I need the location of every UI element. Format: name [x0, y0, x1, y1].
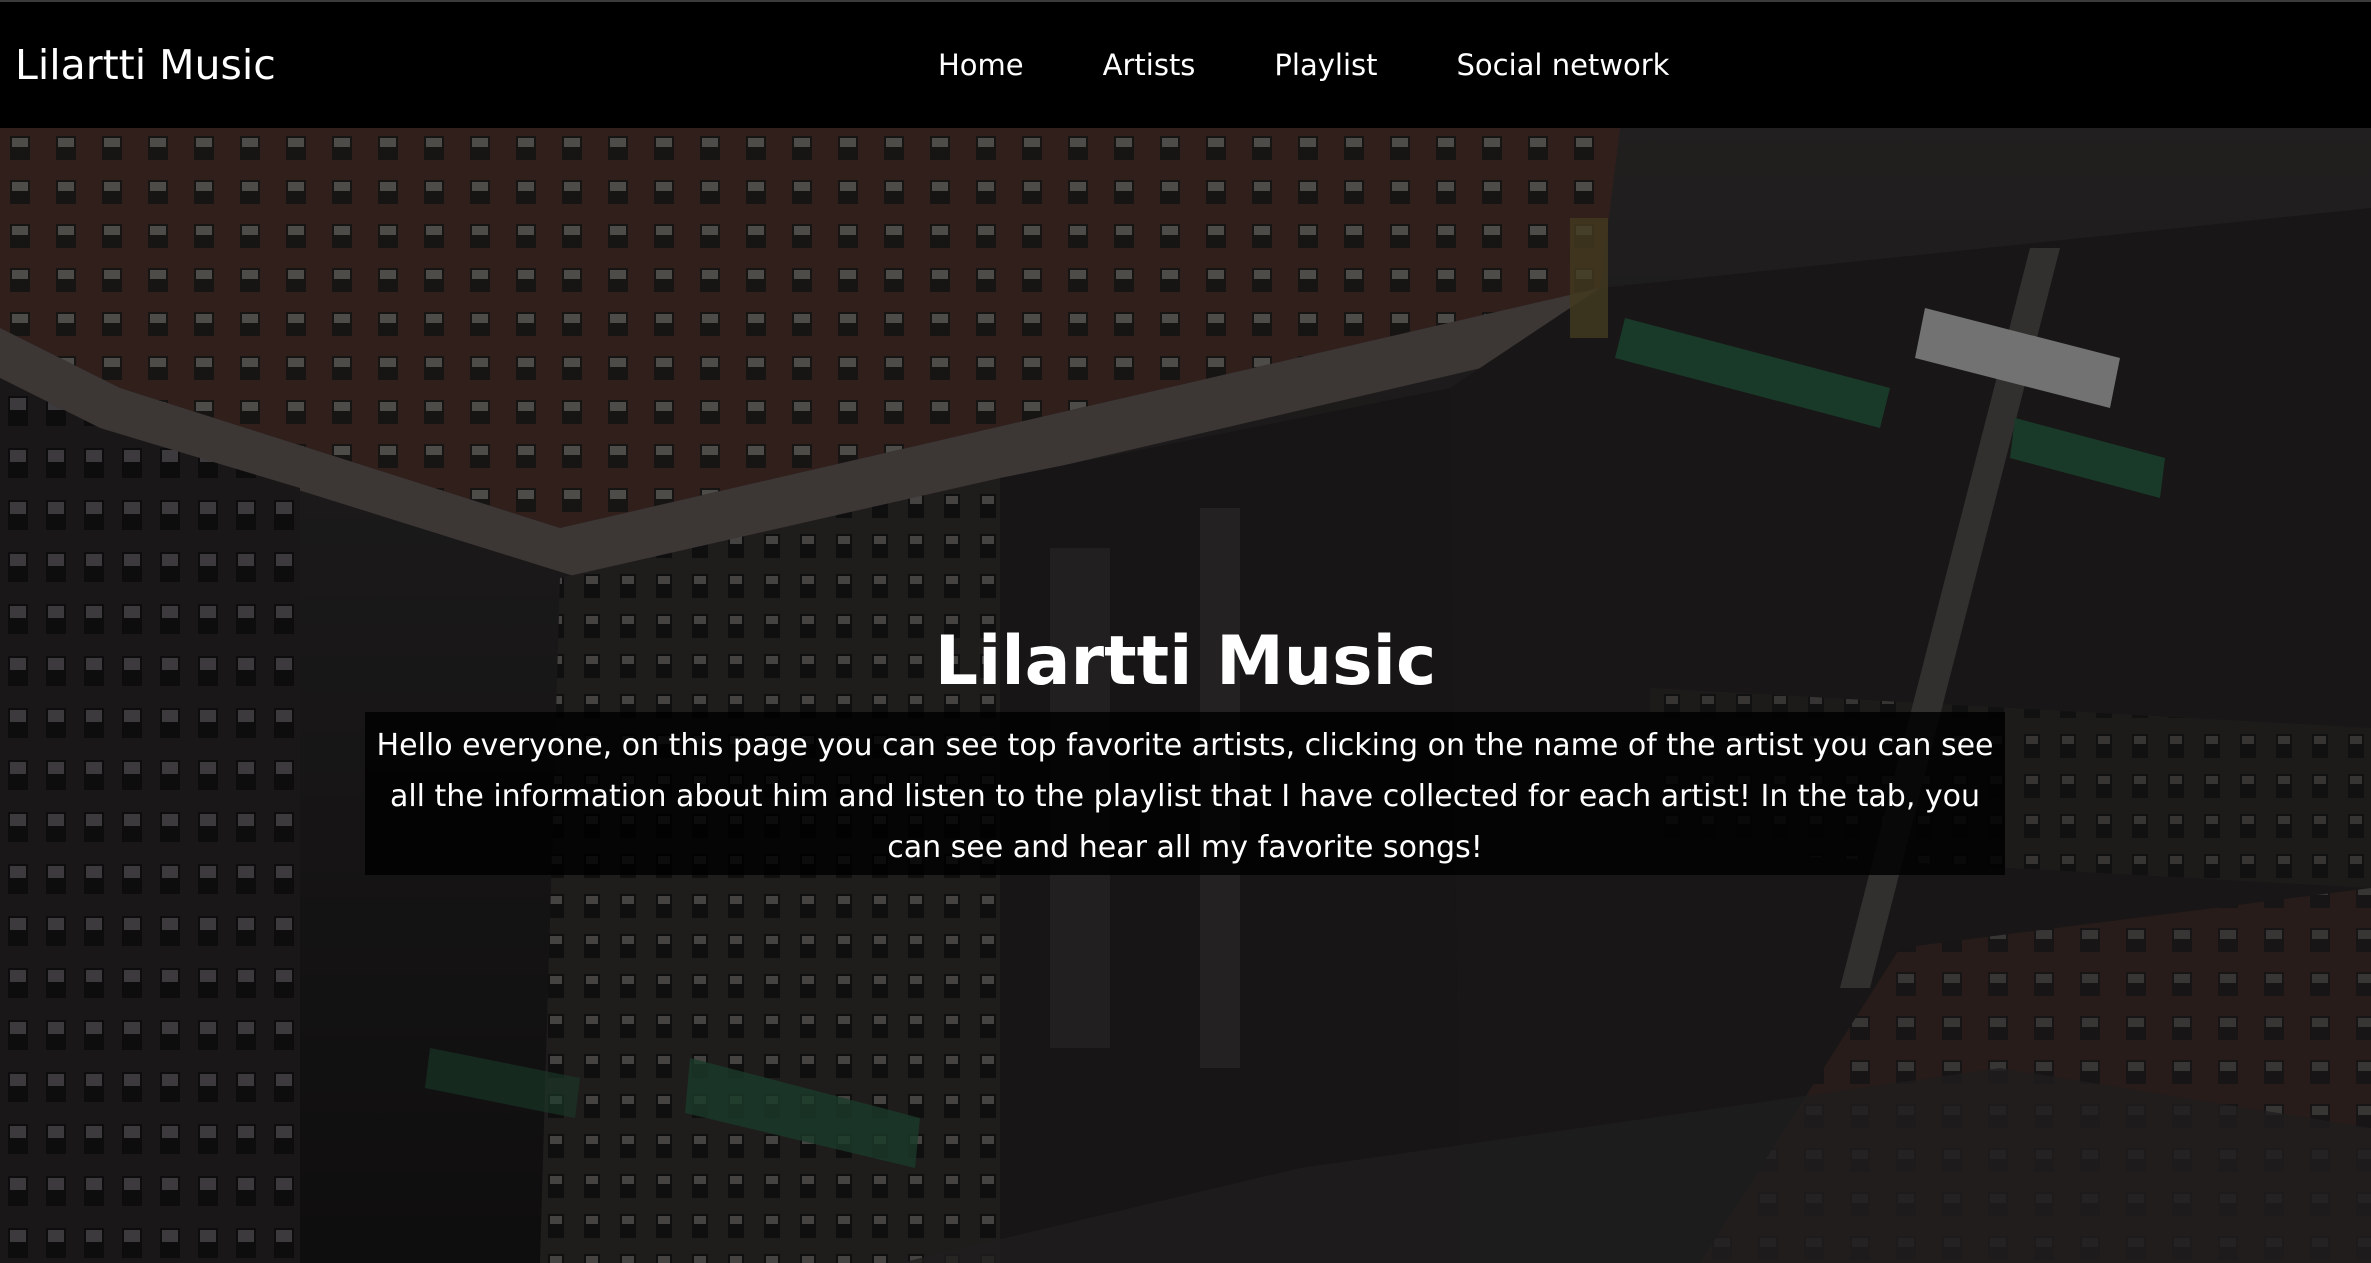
nav-link-home[interactable]: Home [938, 46, 1024, 84]
nav-link-playlist[interactable]: Playlist [1274, 46, 1377, 84]
hero-description: Hello everyone, on this page you can see… [365, 712, 2005, 875]
nav-link-social-network[interactable]: Social network [1457, 46, 1670, 84]
top-navbar: Lilartti Music Home Artists Playlist Soc… [0, 0, 2371, 128]
nav-links: Home Artists Playlist Social network [938, 46, 1669, 84]
nav-link-artists[interactable]: Artists [1103, 46, 1196, 84]
hero-title: Lilartti Music [934, 622, 1437, 701]
brand-logo-text[interactable]: Lilartti Music [15, 38, 276, 92]
